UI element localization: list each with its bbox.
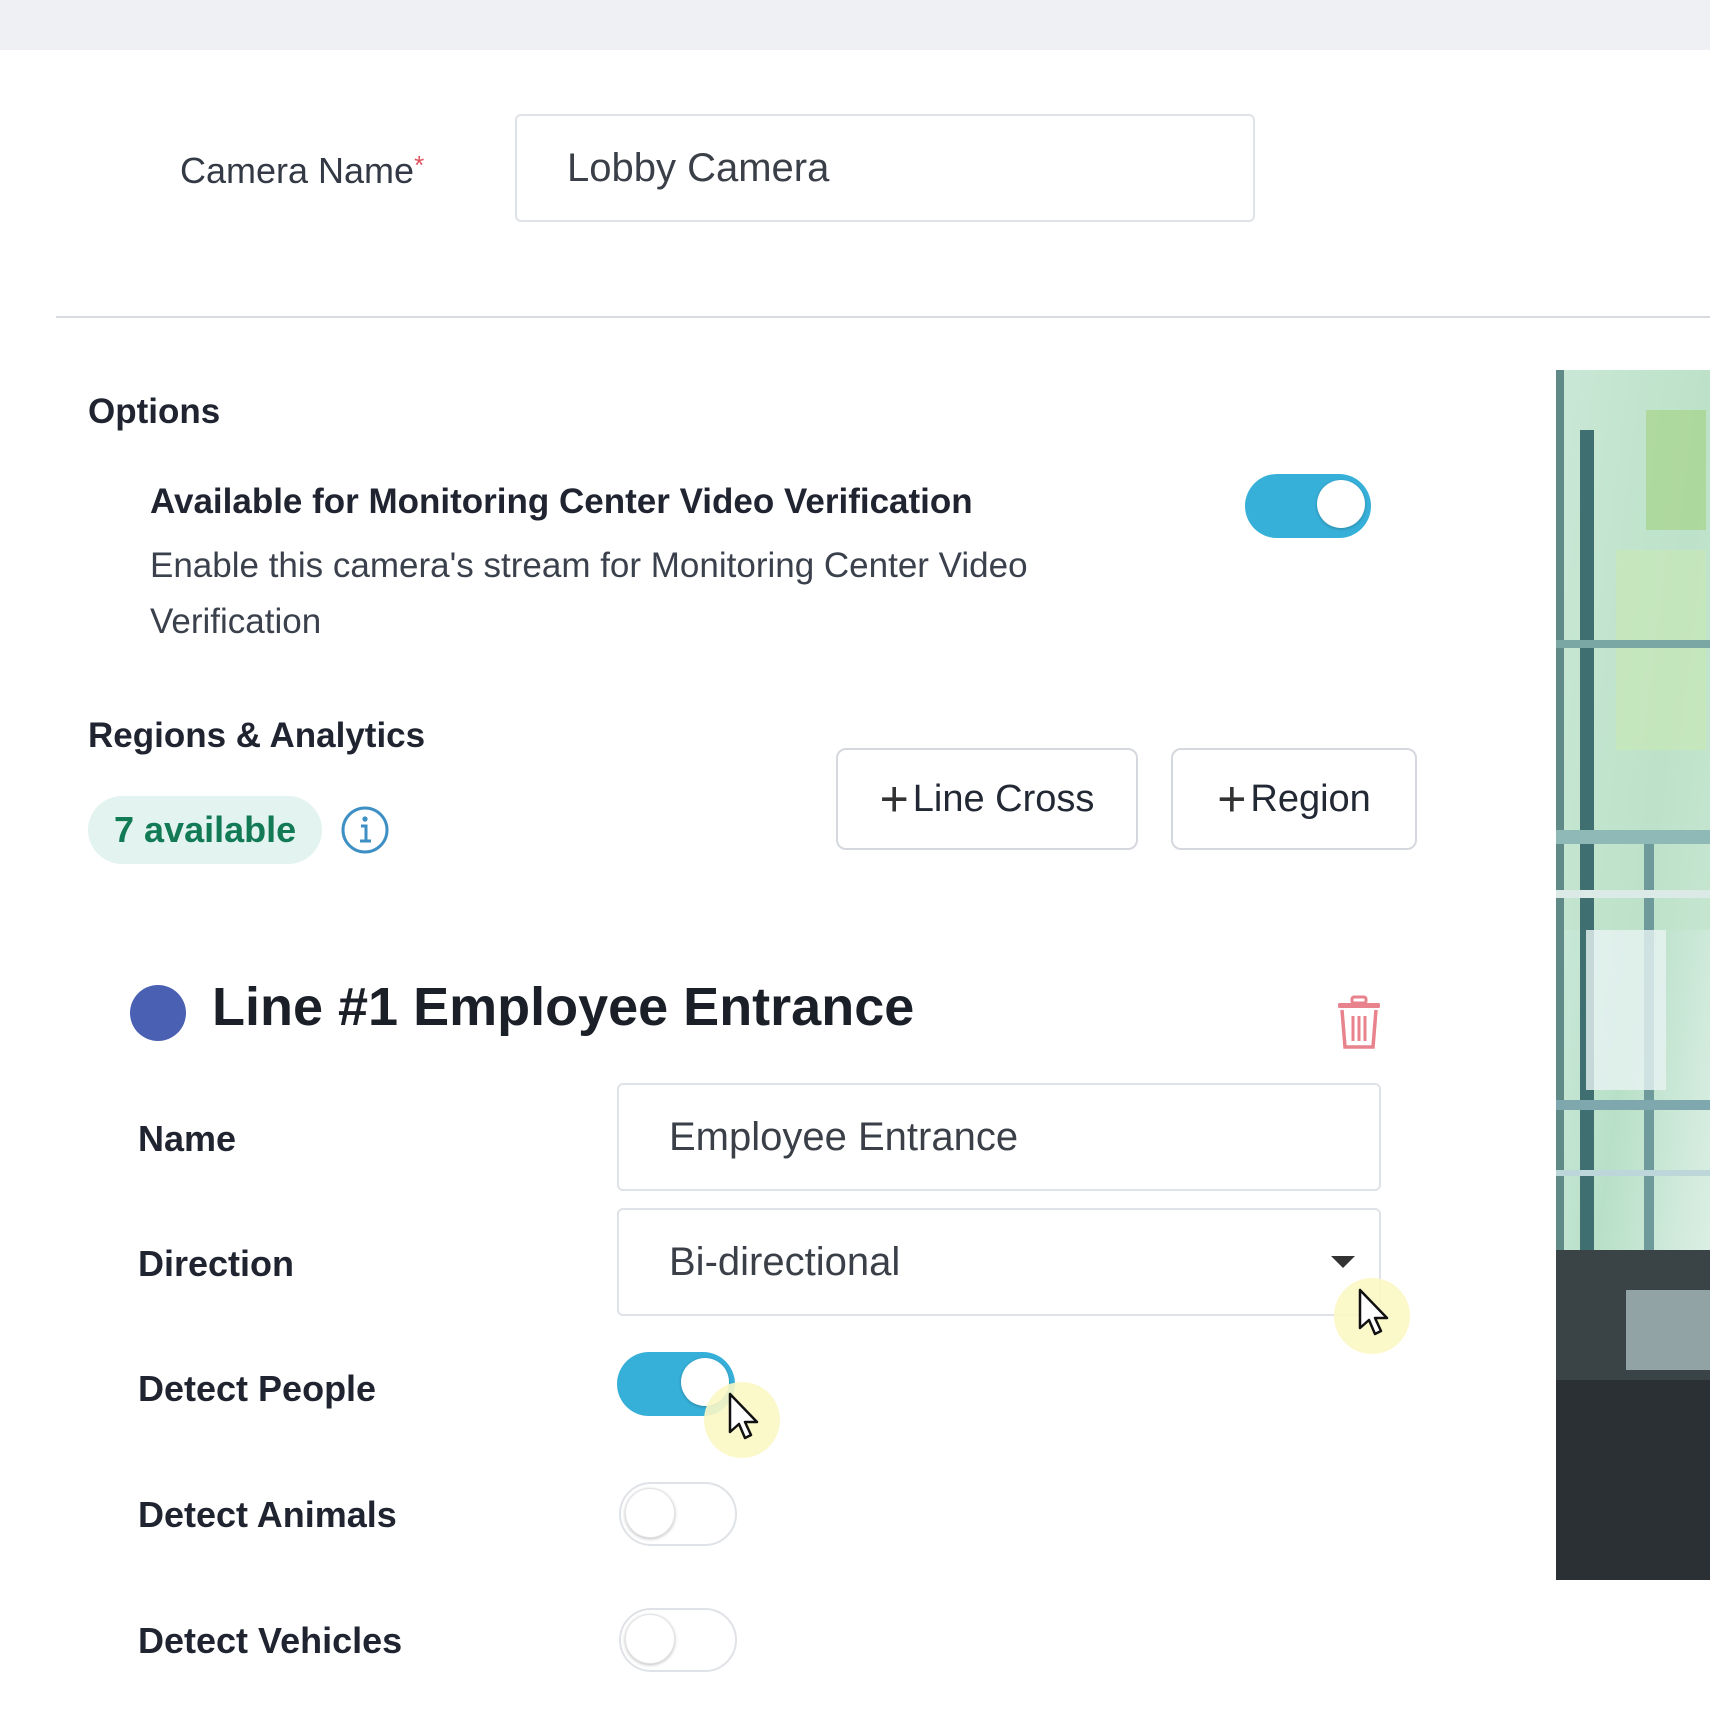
line-color-dot <box>130 985 186 1041</box>
add-region-button[interactable]: + Region <box>1171 748 1417 850</box>
camera-name-input[interactable]: Lobby Camera <box>515 114 1255 222</box>
toggle-knob <box>625 1488 675 1538</box>
line-name-input[interactable]: Employee Entrance <box>617 1083 1381 1191</box>
add-region-label: Region <box>1250 777 1371 820</box>
chevron-down-icon <box>1331 1256 1355 1268</box>
section-divider <box>56 316 1710 318</box>
detect-people-label: Detect People <box>138 1368 377 1409</box>
info-circle-icon[interactable] <box>340 805 390 855</box>
direction-select[interactable]: Bi-directional <box>617 1208 1381 1316</box>
monitoring-toggle[interactable] <box>1245 474 1371 538</box>
top-bar <box>0 0 1710 50</box>
direction-field-label: Direction <box>138 1243 295 1284</box>
required-asterisk: * <box>414 150 425 180</box>
regions-section-title: Regions & Analytics <box>88 716 426 755</box>
direction-value: Bi-directional <box>669 1239 901 1284</box>
camera-name-label-text: Camera Name <box>180 150 415 191</box>
toggle-knob <box>625 1614 675 1664</box>
detect-animals-label: Detect Animals <box>138 1494 397 1535</box>
add-line-cross-button[interactable]: + Line Cross <box>836 748 1138 850</box>
monitoring-setting-description: Enable this camera's stream for Monitori… <box>150 546 1028 641</box>
camera-name-label: Camera Name* <box>180 150 424 192</box>
toggle-knob <box>1317 480 1365 528</box>
mouse-cursor-icon <box>1332 1276 1412 1356</box>
camera-name-value: Lobby Camera <box>567 145 830 190</box>
available-count-badge: 7 available <box>88 796 323 864</box>
detect-animals-toggle[interactable] <box>619 1482 737 1546</box>
plus-icon: + <box>1217 771 1247 827</box>
plus-icon: + <box>879 771 909 827</box>
add-line-cross-label: Line Cross <box>912 777 1095 820</box>
options-section-title: Options <box>88 392 221 431</box>
line-title: Line #1 Employee Entrance <box>212 977 915 1037</box>
name-field-label: Name <box>138 1118 237 1159</box>
mouse-cursor-icon <box>702 1380 782 1460</box>
camera-preview-image <box>1556 370 1710 1580</box>
line-name-value: Employee Entrance <box>669 1114 1019 1159</box>
monitoring-setting-title: Available for Monitoring Center Video Ve… <box>150 482 973 521</box>
detect-vehicles-label: Detect Vehicles <box>138 1620 403 1661</box>
trash-icon[interactable] <box>1334 995 1384 1051</box>
detect-vehicles-toggle[interactable] <box>619 1608 737 1672</box>
